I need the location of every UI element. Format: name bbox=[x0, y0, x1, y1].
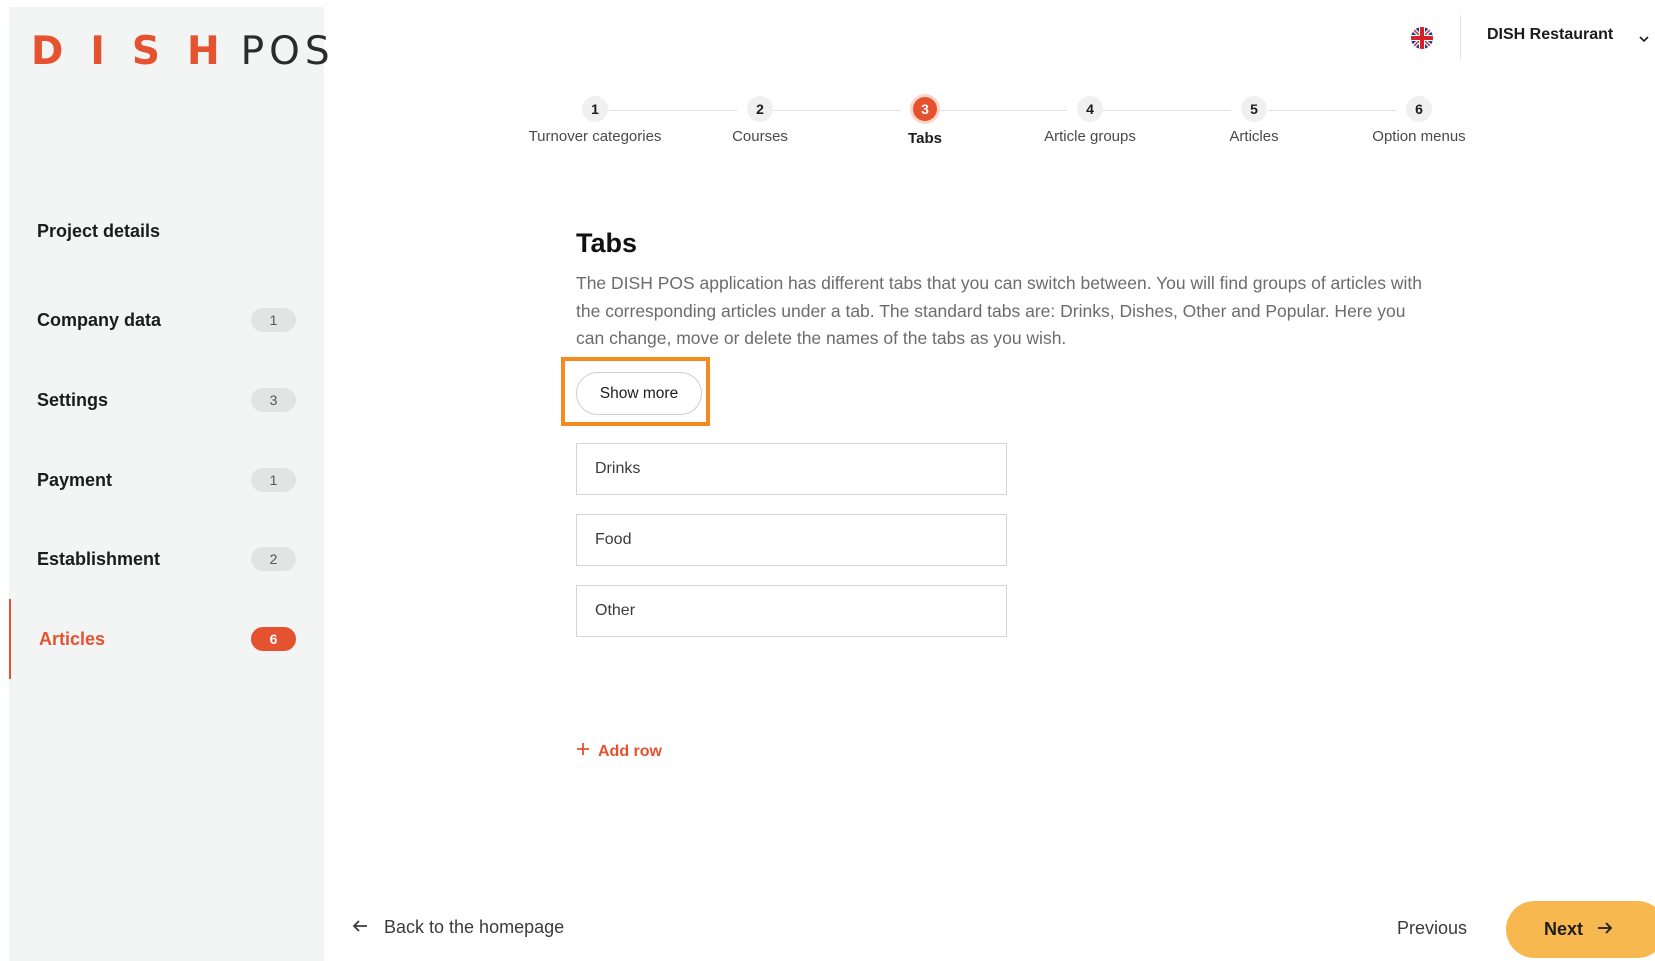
step-number: 1 bbox=[582, 96, 608, 122]
tab-name-input[interactable]: Drinks bbox=[576, 443, 1007, 495]
count-badge: 6 bbox=[251, 627, 296, 651]
step-tabs[interactable]: 3 Tabs bbox=[835, 94, 1015, 147]
sidebar-item-project-details[interactable]: Project details bbox=[9, 191, 324, 271]
step-number: 3 bbox=[910, 94, 940, 124]
sidebar-item-label: Project details bbox=[37, 220, 161, 241]
plus-icon bbox=[576, 742, 590, 761]
sidebar: DISH POS Project details Company data 1 … bbox=[9, 7, 330, 961]
step-label: Courses bbox=[732, 128, 788, 145]
sidebar-item-label: Articles bbox=[39, 628, 106, 649]
sidebar-item-label: Company data bbox=[37, 309, 162, 330]
step-option-menus[interactable]: 6 Option menus bbox=[1329, 96, 1509, 145]
previous-button[interactable]: Previous bbox=[1397, 918, 1467, 939]
step-label: Articles bbox=[1229, 128, 1279, 145]
step-label: Turnover categories bbox=[528, 128, 662, 145]
page-title: Tabs bbox=[576, 228, 638, 258]
count-badge: 2 bbox=[251, 547, 296, 571]
count-badge: 1 bbox=[251, 308, 296, 332]
sidebar-item-establishment[interactable]: Establishment 2 bbox=[9, 519, 324, 599]
step-number: 4 bbox=[1077, 96, 1103, 122]
step-label: Option menus bbox=[1372, 128, 1466, 145]
step-article-groups[interactable]: 4 Article groups bbox=[1000, 96, 1180, 145]
count-badge: 3 bbox=[251, 388, 296, 412]
step-courses[interactable]: 2 Courses bbox=[670, 96, 850, 145]
add-row-label: Add row bbox=[598, 742, 662, 760]
arrow-left-icon bbox=[352, 917, 368, 938]
count-badge: 1 bbox=[251, 468, 296, 492]
logo-pos-text: POS bbox=[240, 28, 335, 74]
sidebar-item-company-data[interactable]: Company data 1 bbox=[9, 280, 324, 360]
sidebar-item-label: Payment bbox=[37, 469, 113, 490]
uk-flag-icon[interactable] bbox=[1411, 27, 1433, 49]
add-row-button[interactable]: Add row bbox=[576, 742, 662, 761]
step-articles[interactable]: 5 Articles bbox=[1164, 96, 1344, 145]
tab-name-input[interactable]: Food bbox=[576, 514, 1007, 566]
step-number: 5 bbox=[1241, 96, 1267, 122]
dish-pos-logo[interactable]: DISH POS bbox=[31, 28, 335, 74]
sidebar-item-settings[interactable]: Settings 3 bbox=[9, 360, 324, 440]
step-number: 2 bbox=[747, 96, 773, 122]
arrow-right-icon bbox=[1597, 919, 1613, 940]
page-description: The DISH POS application has different t… bbox=[576, 273, 1422, 348]
next-button[interactable]: Next bbox=[1506, 901, 1655, 958]
tab-name-input[interactable]: Other bbox=[576, 585, 1007, 637]
sidebar-item-articles[interactable]: Articles 6 bbox=[9, 599, 324, 679]
back-to-homepage-link[interactable]: Back to the homepage bbox=[352, 917, 564, 938]
sidebar-item-payment[interactable]: Payment 1 bbox=[9, 440, 324, 520]
step-turnover-categories[interactable]: 1 Turnover categories bbox=[505, 96, 685, 145]
show-more-button[interactable]: Show more bbox=[576, 372, 702, 415]
next-label: Next bbox=[1544, 919, 1584, 939]
step-number: 6 bbox=[1406, 96, 1432, 122]
step-label: Article groups bbox=[1044, 128, 1136, 145]
restaurant-selector[interactable]: DISH Restaurant bbox=[1487, 26, 1613, 44]
chevron-down-icon[interactable] bbox=[1638, 32, 1650, 44]
topbar-divider bbox=[1460, 15, 1461, 60]
step-label: Tabs bbox=[908, 130, 942, 147]
sidebar-item-label: Settings bbox=[37, 389, 109, 410]
sidebar-item-label: Establishment bbox=[37, 548, 161, 569]
back-label: Back to the homepage bbox=[384, 917, 565, 937]
logo-dish-text: DISH bbox=[31, 28, 247, 74]
